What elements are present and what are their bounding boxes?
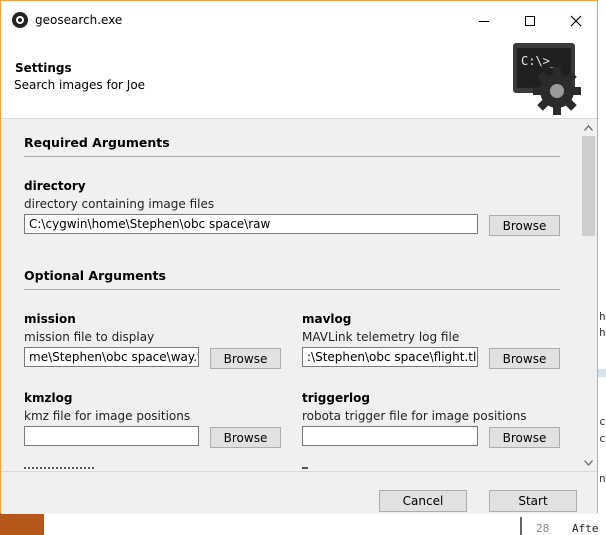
- close-icon: [570, 15, 582, 27]
- directory-browse-button[interactable]: Browse: [489, 215, 560, 236]
- scroll-down-button[interactable]: [579, 454, 597, 471]
- divider: [24, 156, 560, 157]
- required-section-title: Required Arguments: [24, 135, 170, 150]
- close-button[interactable]: [553, 1, 599, 41]
- directory-description: directory containing image files: [24, 197, 215, 211]
- background-code-fragment: c: [599, 432, 606, 445]
- triggerlog-description: robota trigger file for image positions: [302, 409, 527, 423]
- minimize-button[interactable]: [461, 1, 507, 41]
- kmzlog-field[interactable]: [24, 426, 199, 446]
- directory-label: directory: [24, 179, 86, 193]
- optional-section-title: Optional Arguments: [24, 268, 166, 283]
- page-title: Settings: [15, 61, 72, 75]
- mavlog-browse-button[interactable]: Browse: [489, 348, 560, 369]
- dialog-footer: Cancel Start: [1, 471, 597, 514]
- directory-field[interactable]: C:\cygwin\home\Stephen\obc space\raw: [24, 214, 478, 234]
- vertical-scrollbar[interactable]: [579, 119, 597, 471]
- background-code-text: Afte: [572, 522, 599, 535]
- mavlog-label: mavlog: [302, 312, 352, 326]
- maximize-button[interactable]: [507, 1, 553, 41]
- chevron-down-icon: [583, 459, 593, 466]
- kmzlog-browse-button[interactable]: Browse: [210, 427, 281, 448]
- console-gear-icon: C:\>_: [513, 43, 581, 115]
- settings-window: geosearch.exe Settings Search images for…: [0, 0, 598, 514]
- mavlog-field[interactable]: :\Stephen\obc space\flight.tlog: [302, 347, 478, 367]
- background-strip: [0, 513, 606, 535]
- background-taskbar-accent: [0, 513, 44, 535]
- triggerlog-label: triggerlog: [302, 391, 370, 405]
- settings-form: Required Arguments directory directory c…: [1, 119, 597, 471]
- background-gutter: [520, 517, 522, 535]
- background-line-number: 28: [536, 522, 550, 535]
- kmzlog-label: kmzlog: [24, 391, 73, 405]
- background-code-fragment: n: [599, 472, 606, 485]
- scroll-up-button[interactable]: [579, 119, 597, 136]
- mavlog-description: MAVLink telemetry log file: [302, 330, 460, 344]
- background-selection: [598, 369, 606, 377]
- mission-browse-button[interactable]: Browse: [210, 348, 281, 369]
- window-title: geosearch.exe: [35, 13, 123, 27]
- app-icon: [12, 12, 28, 28]
- mission-label: mission: [24, 312, 76, 326]
- header-banner: Settings Search images for Joe C:\>_: [1, 41, 597, 119]
- page-subtitle: Search images for Joe: [14, 78, 146, 92]
- background-code-fragment: c: [599, 415, 606, 428]
- background-editor-edge: [598, 0, 606, 535]
- title-bar[interactable]: geosearch.exe: [1, 1, 597, 41]
- svg-text:C:\>_: C:\>_: [521, 54, 558, 68]
- chevron-up-icon: [583, 124, 593, 131]
- maximize-icon: [525, 16, 535, 26]
- kmzlog-description: kmz file for image positions: [24, 409, 191, 423]
- mission-field[interactable]: me\Stephen\obc space\way.txt: [24, 347, 199, 367]
- scroll-thumb[interactable]: [582, 136, 595, 236]
- mission-description: mission file to display: [24, 330, 155, 344]
- triggerlog-field[interactable]: [302, 426, 478, 446]
- background-code-fragment: h: [599, 326, 606, 339]
- minimize-icon: [479, 20, 489, 22]
- cancel-button[interactable]: Cancel: [379, 490, 467, 512]
- start-button[interactable]: Start: [489, 490, 577, 512]
- background-code-fragment: h: [599, 310, 606, 323]
- triggerlog-browse-button[interactable]: Browse: [489, 427, 560, 448]
- divider: [24, 289, 560, 290]
